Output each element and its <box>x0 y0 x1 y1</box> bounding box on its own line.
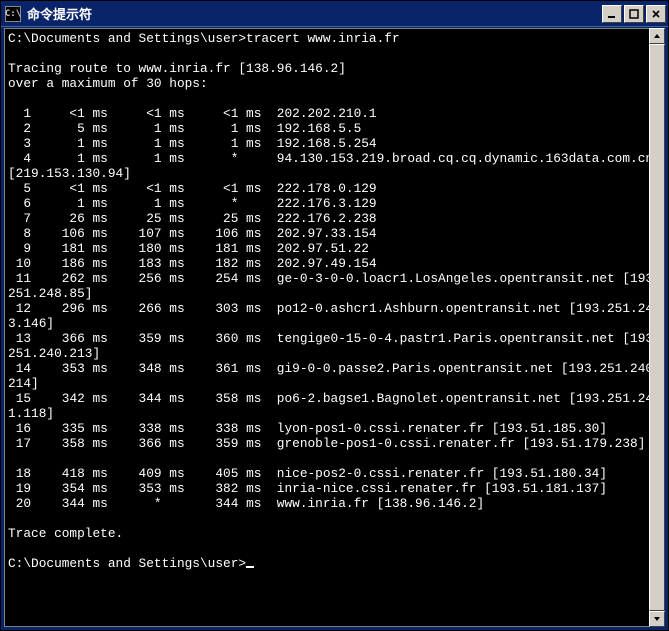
console-line: 20 344 ms * 344 ms www.inria.fr [138.96.… <box>8 496 661 511</box>
console-line: 13 366 ms 359 ms 360 ms tengige0-15-0-4.… <box>8 331 661 361</box>
console-line: 11 262 ms 256 ms 254 ms ge-0-3-0-0.loacr… <box>8 271 661 301</box>
console-line: Trace complete. <box>8 526 661 541</box>
window-title: 命令提示符 <box>27 4 600 23</box>
maximize-button[interactable] <box>624 5 644 23</box>
minimize-button[interactable] <box>602 5 622 23</box>
close-button[interactable] <box>646 5 666 23</box>
console-line <box>8 511 661 526</box>
console-line: 1 <1 ms <1 ms <1 ms 202.202.210.1 <box>8 106 661 121</box>
window-controls <box>600 5 668 23</box>
console-line: 15 342 ms 344 ms 358 ms po6-2.bagse1.Bag… <box>8 391 661 421</box>
console-line: 7 26 ms 25 ms 25 ms 222.176.2.238 <box>8 211 661 226</box>
console-line: Tracing route to www.inria.fr [138.96.14… <box>8 61 661 76</box>
console-line: 2 5 ms 1 ms 1 ms 192.168.5.5 <box>8 121 661 136</box>
scroll-down-button[interactable] <box>649 611 665 627</box>
console-line: 5 <1 ms <1 ms <1 ms 222.178.0.129 <box>8 181 661 196</box>
console-line: 9 181 ms 180 ms 181 ms 202.97.51.22 <box>8 241 661 256</box>
console-line: 8 106 ms 107 ms 106 ms 202.97.33.154 <box>8 226 661 241</box>
console-line: 10 186 ms 183 ms 182 ms 202.97.49.154 <box>8 256 661 271</box>
command-prompt-window: C:\ 命令提示符 C:\Documents and Settings\user… <box>0 0 669 631</box>
scroll-up-button[interactable] <box>649 28 665 44</box>
console-line: 17 358 ms 366 ms 359 ms grenoble-pos1-0.… <box>8 436 661 451</box>
console-prompt[interactable]: C:\Documents and Settings\user> <box>8 556 661 571</box>
console-line <box>8 541 661 556</box>
scrollbar-track[interactable] <box>649 44 665 611</box>
console-line: 4 1 ms 1 ms * 94.130.153.219.broad.cq.cq… <box>8 151 661 181</box>
console-line: 19 354 ms 353 ms 382 ms inria-nice.cssi.… <box>8 481 661 496</box>
cursor <box>246 566 254 568</box>
console-line: 6 1 ms 1 ms * 222.176.3.129 <box>8 196 661 211</box>
titlebar[interactable]: C:\ 命令提示符 <box>1 1 668 27</box>
console-line: 18 418 ms 409 ms 405 ms nice-pos2-0.cssi… <box>8 466 661 481</box>
console-line: 14 353 ms 348 ms 361 ms gi9-0-0.passe2.P… <box>8 361 661 391</box>
console-line <box>8 451 661 466</box>
console-line <box>8 91 661 106</box>
console-line: over a maximum of 30 hops: <box>8 76 661 91</box>
console-line: 12 296 ms 266 ms 303 ms po12-0.ashcr1.As… <box>8 301 661 331</box>
console-line <box>8 46 661 61</box>
console-line: 3 1 ms 1 ms 1 ms 192.168.5.254 <box>8 136 661 151</box>
console-output[interactable]: C:\Documents and Settings\user>tracert w… <box>4 28 665 627</box>
cmd-icon: C:\ <box>5 6 21 22</box>
console-line: C:\Documents and Settings\user>tracert w… <box>8 31 661 46</box>
scrollbar-thumb[interactable] <box>649 44 665 611</box>
vertical-scrollbar[interactable] <box>649 28 665 627</box>
console-line: 16 335 ms 338 ms 338 ms lyon-pos1-0.cssi… <box>8 421 661 436</box>
